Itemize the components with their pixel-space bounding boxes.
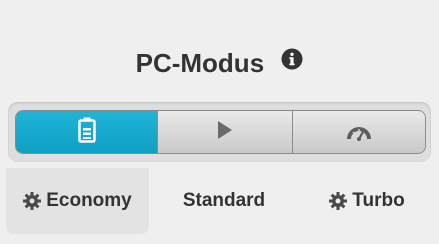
economy-mode-button[interactable]: [16, 111, 157, 153]
turbo-mode-button[interactable]: [292, 111, 425, 153]
turbo-label[interactable]: Turbo: [299, 168, 435, 234]
economy-label[interactable]: Economy: [6, 168, 149, 234]
economy-label-text: Economy: [46, 190, 132, 211]
info-icon[interactable]: [281, 48, 303, 70]
speedometer-icon: [344, 119, 374, 146]
standard-label[interactable]: Standard: [149, 168, 299, 234]
title-row: PC-Modus: [0, 44, 439, 80]
battery-icon: [77, 117, 96, 148]
mode-labels: Economy Standard Turbo: [0, 168, 439, 234]
mode-segmented-control: [15, 110, 426, 154]
turbo-label-text: Turbo: [352, 190, 405, 211]
gear-icon: [329, 192, 348, 210]
play-icon: [217, 120, 233, 145]
pc-mode-panel: PC-Modus Economy Standard Turbo: [0, 0, 439, 244]
standard-mode-button[interactable]: [157, 111, 292, 153]
page-title: PC-Modus: [135, 48, 265, 79]
standard-label-text: Standard: [182, 190, 266, 211]
mode-selector: [8, 102, 431, 162]
gear-icon: [23, 192, 42, 210]
